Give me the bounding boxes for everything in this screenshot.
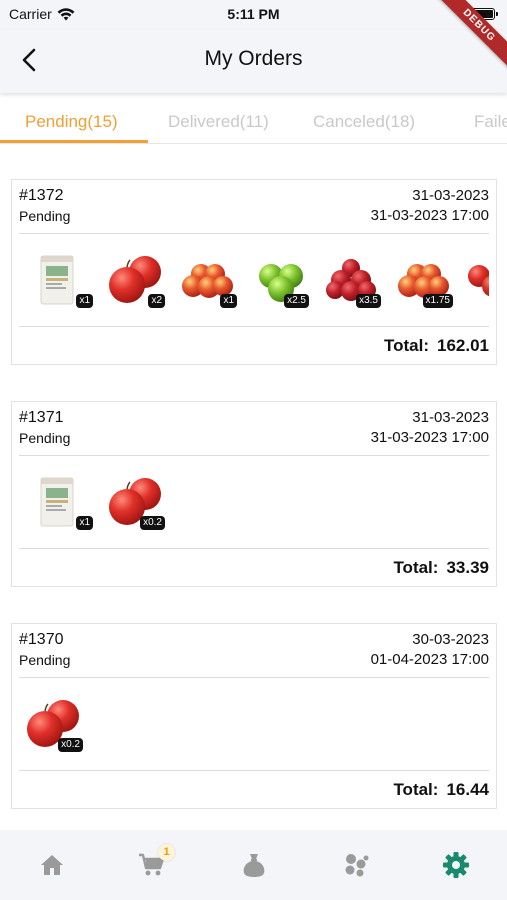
quantity-badge: x0.2: [140, 516, 165, 530]
settings-icon: [443, 852, 469, 878]
product-apples-pile-image: x1.75: [393, 252, 455, 310]
order-header: #1370 Pending 30-03-2023 01-04-2023 17:0…: [19, 624, 489, 678]
quantity-badge: x0.2: [58, 738, 83, 752]
order-id: #1370: [19, 631, 64, 648]
product-apple-image: x2: [105, 252, 167, 310]
cart-count-badge: 1: [158, 844, 175, 861]
status-time: 5:11 PM: [227, 6, 280, 22]
order-date: 31-03-2023: [412, 187, 489, 204]
bottom-nav: 1: [0, 830, 507, 900]
order-total: Total: 16.44: [393, 780, 489, 800]
order-items: x1 x0.2: [19, 456, 489, 549]
nav-bag[interactable]: [239, 850, 269, 880]
total-label: Total:: [393, 558, 439, 577]
product-apple-image: x0.2: [105, 474, 167, 532]
tab-canceled[interactable]: Canceled(18): [313, 112, 415, 132]
order-total: Total: 162.01: [384, 336, 489, 356]
page-title: My Orders: [204, 47, 303, 70]
product-apples-pile-image: x1: [177, 252, 239, 310]
total-label: Total:: [383, 336, 429, 355]
order-header: #1372 Pending 31-03-2023 31-03-2023 17:0…: [19, 180, 489, 234]
product-apple-image: x0.2: [23, 696, 85, 754]
categories-icon: [345, 854, 369, 877]
order-tabs: Pending(15) Delivered(11) Canceled(18) F…: [0, 100, 507, 144]
quantity-badge: x1.75: [422, 294, 453, 308]
product-green-apple-image: x2.5: [249, 252, 311, 310]
quantity-badge: x2: [148, 294, 165, 308]
quantity-badge: x3.5: [356, 294, 381, 308]
order-header: #1371 Pending 31-03-2023 31-03-2023 17:0…: [19, 402, 489, 456]
tab-failed[interactable]: Faile: [474, 112, 507, 132]
quantity-badge: x2.5: [284, 294, 309, 308]
quantity-badge: x1: [76, 294, 93, 308]
product-red-apples-image: x3.5: [321, 252, 383, 310]
order-items: x1 x2 x1 x2.5 x3.5 x1.75: [19, 234, 489, 327]
order-status: Pending: [19, 430, 71, 446]
total-amount: 162.01: [437, 336, 489, 355]
bag-icon: [243, 854, 265, 877]
tab-pending[interactable]: Pending(15): [25, 112, 118, 132]
product-package-image: x1: [33, 474, 95, 532]
order-card[interactable]: #1371 Pending 31-03-2023 31-03-2023 17:0…: [11, 401, 497, 587]
total-label: Total:: [393, 780, 439, 799]
order-date: 31-03-2023: [412, 409, 489, 426]
order-id: #1372: [19, 187, 64, 204]
battery-icon: [470, 8, 498, 20]
order-date: 30-03-2023: [412, 631, 489, 648]
nav-cart[interactable]: 1: [137, 844, 175, 880]
order-delivery-time: 31-03-2023 17:00: [370, 429, 489, 446]
quantity-badge: x1: [220, 294, 237, 308]
nav-home[interactable]: [37, 850, 67, 880]
order-id: #1371: [19, 409, 64, 426]
tab-delivered[interactable]: Delivered(11): [168, 112, 269, 132]
total-amount: 33.39: [446, 558, 489, 577]
order-items: x0.2: [19, 678, 489, 771]
nav-settings[interactable]: [441, 850, 471, 880]
nav-categories[interactable]: [341, 850, 371, 880]
order-status: Pending: [19, 652, 71, 668]
order-card[interactable]: #1372 Pending 31-03-2023 31-03-2023 17:0…: [11, 179, 497, 365]
order-status: Pending: [19, 208, 71, 224]
order-delivery-time: 31-03-2023 17:00: [370, 207, 489, 224]
order-total: Total: 33.39: [393, 558, 489, 578]
status-bar: Carrier 5:11 PM: [0, 0, 507, 30]
home-icon: [41, 855, 63, 875]
product-apple-image: [465, 252, 489, 310]
product-package-image: x1: [33, 252, 95, 310]
order-delivery-time: 01-04-2023 17:00: [370, 651, 489, 668]
quantity-badge: x1: [76, 516, 93, 530]
order-card[interactable]: #1370 Pending 30-03-2023 01-04-2023 17:0…: [11, 623, 497, 809]
total-amount: 16.44: [446, 780, 489, 799]
app-bar: My Orders: [0, 30, 507, 93]
tab-indicator: [0, 140, 148, 143]
